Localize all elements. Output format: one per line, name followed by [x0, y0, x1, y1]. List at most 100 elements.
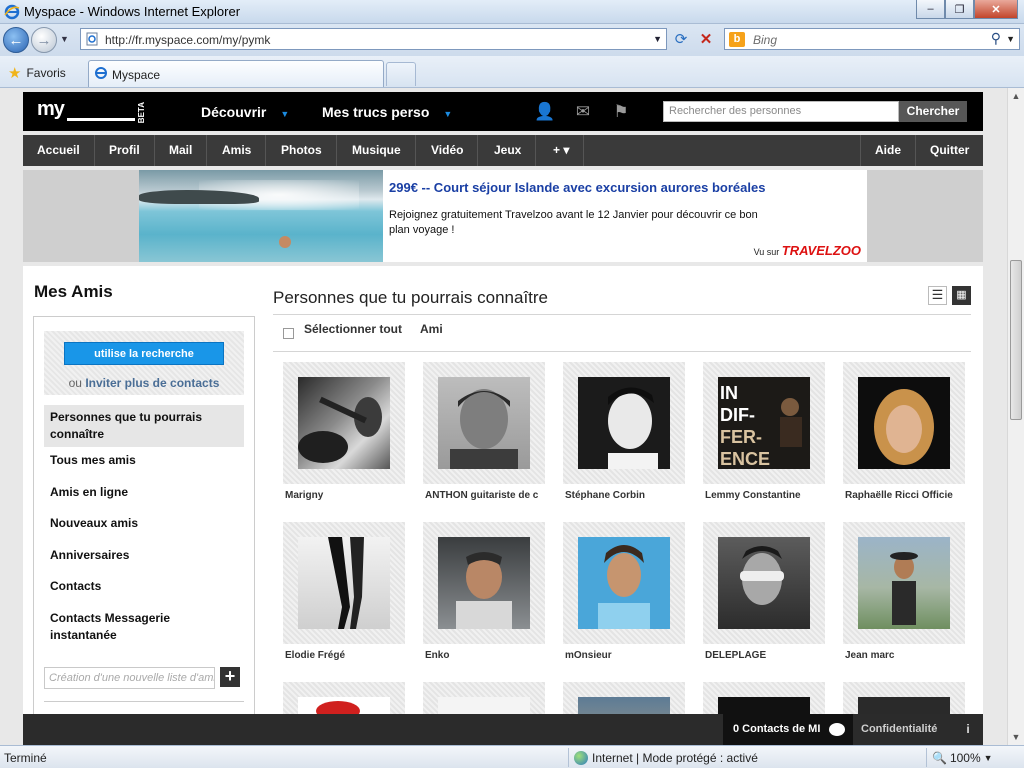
use-search-button[interactable]: utilise la recherche: [64, 342, 224, 365]
ad-title[interactable]: 299€ -- Court séjour Islande avec excurs…: [389, 180, 765, 195]
person-name[interactable]: DELEPLAGE: [705, 650, 825, 661]
mail-icon[interactable]: ✉: [572, 102, 594, 122]
refresh-icon: ⟳: [674, 31, 688, 48]
tab-title: Myspace: [112, 68, 161, 82]
sidebar-item-pymk[interactable]: Personnes que tu pourrais connaître: [44, 405, 244, 447]
flag-icon[interactable]: ⚑: [610, 102, 632, 122]
person-name[interactable]: ANTHON guitariste de c: [425, 490, 545, 501]
nav-accueil[interactable]: Accueil: [23, 135, 95, 166]
sidebar-item-tous-mes-amis[interactable]: Tous mes amis: [44, 448, 244, 473]
zoom-dropdown-icon[interactable]: ▼: [984, 753, 993, 763]
profile-photo[interactable]: [718, 537, 810, 629]
person-name[interactable]: Marigny: [285, 490, 405, 501]
nav-decouvrir[interactable]: Découvrir ▼: [201, 104, 289, 120]
people-search-input[interactable]: Rechercher des personnes: [663, 101, 899, 122]
nav-aide[interactable]: Aide: [860, 135, 915, 166]
friends-content: Mes Amis utilise la recherche ou Inviter…: [23, 266, 983, 745]
profile-photo[interactable]: [298, 537, 390, 629]
profile-photo[interactable]: [438, 537, 530, 629]
person-name[interactable]: mOnsieur: [565, 650, 685, 661]
nav-mail[interactable]: Mail: [155, 135, 208, 166]
profile-photo[interactable]: [578, 537, 670, 629]
sidebar-item-contacts-im[interactable]: Contacts Messagerie instantanée: [44, 606, 244, 648]
info-button[interactable]: i: [955, 714, 981, 745]
browser-tab[interactable]: Myspace: [88, 60, 384, 87]
back-button[interactable]: ←: [3, 27, 29, 53]
profile-photo[interactable]: IN DIF- FER- ENCE: [718, 377, 810, 469]
list-view-icon[interactable]: ☰: [928, 286, 947, 305]
person-name[interactable]: Stéphane Corbin: [565, 490, 685, 501]
address-bar[interactable]: http://fr.myspace.com/my/pymk ▼: [80, 28, 667, 50]
myspace-logo[interactable]: my: [37, 98, 65, 121]
favorites-button[interactable]: ★ Favoris: [8, 64, 66, 82]
sidebar-item-contacts[interactable]: Contacts: [44, 574, 244, 599]
advertisement-banner[interactable]: 299€ -- Court séjour Islande avec excurs…: [23, 170, 983, 262]
grid-view-icon[interactable]: ▦: [952, 286, 971, 305]
scrollbar-thumb[interactable]: [1010, 260, 1022, 420]
sidebar-item-amis-en-ligne[interactable]: Amis en ligne: [44, 480, 244, 505]
scroll-down-icon[interactable]: ▼: [1008, 729, 1024, 745]
person-name[interactable]: Lemmy Constantine: [705, 490, 825, 501]
profile-photo[interactable]: [298, 377, 390, 469]
stop-button[interactable]: ✕: [695, 30, 717, 50]
internet-explorer-icon: [95, 67, 107, 79]
refresh-button[interactable]: ⟳: [670, 30, 692, 50]
profile-photo[interactable]: [578, 377, 670, 469]
address-dropdown-icon[interactable]: ▼: [653, 34, 662, 44]
page-title: Personnes que tu pourrais connaître: [273, 288, 549, 307]
search-dropdown-icon[interactable]: ▼: [1006, 34, 1015, 44]
nav-jeux[interactable]: Jeux: [480, 135, 537, 166]
sidebar-search-box: utilise la recherche ou Inviter plus de …: [44, 331, 244, 395]
person-name[interactable]: Raphaëlle Ricci Officie: [845, 490, 965, 501]
person-name[interactable]: Elodie Frégé: [285, 650, 405, 661]
vertical-scrollbar[interactable]: ▲ ▼: [1007, 88, 1024, 745]
nav-profil[interactable]: Profil: [95, 135, 155, 166]
sidebar-panel: utilise la recherche ou Inviter plus de …: [33, 316, 255, 745]
ad-image[interactable]: [139, 170, 383, 262]
address-url[interactable]: http://fr.myspace.com/my/pymk: [105, 33, 270, 47]
nav-video[interactable]: Vidéo: [417, 135, 479, 166]
nav-amis[interactable]: Amis: [208, 135, 267, 166]
sidebar-item-nouveaux-amis[interactable]: Nouveaux amis: [44, 511, 244, 536]
new-list-input[interactable]: Création d'une nouvelle liste d'amis: [44, 667, 215, 689]
svg-text:DIF-: DIF-: [720, 405, 755, 425]
history-dropdown-icon[interactable]: ▼: [60, 34, 69, 44]
select-all-label[interactable]: Sélectionner tout: [304, 322, 402, 336]
people-search-button[interactable]: Chercher: [899, 101, 967, 122]
ami-column-label[interactable]: Ami: [420, 322, 443, 336]
myspace-header: my BETA Découvrir ▼ Mes trucs perso ▼ 👤 ✉ …: [23, 92, 983, 131]
forward-button[interactable]: →: [31, 27, 57, 53]
chat-bubble-icon: [829, 723, 845, 736]
sidebar-divider: [44, 701, 244, 702]
search-box[interactable]: b Bing ⚲ ▼: [724, 28, 1020, 50]
person-name[interactable]: Jean marc: [845, 650, 965, 661]
person-name[interactable]: Enko: [425, 650, 545, 661]
profile-photo[interactable]: [858, 377, 950, 469]
minimize-button[interactable]: –: [916, 0, 945, 19]
svg-text:IN: IN: [720, 383, 738, 403]
nav-quitter[interactable]: Quitter: [915, 135, 983, 166]
nav-more[interactable]: + ▾: [539, 135, 585, 166]
profile-photo[interactable]: [438, 377, 530, 469]
scroll-up-icon[interactable]: ▲: [1008, 88, 1024, 104]
select-all-checkbox[interactable]: [283, 328, 294, 339]
profile-photo[interactable]: [858, 537, 950, 629]
search-placeholder[interactable]: Bing: [753, 33, 777, 47]
security-zone[interactable]: Internet | Mode protégé : activé: [574, 751, 758, 765]
sidebar-item-anniversaires[interactable]: Anniversaires: [44, 543, 244, 568]
new-tab-button[interactable]: [386, 62, 416, 86]
search-icon[interactable]: ⚲: [991, 30, 1001, 47]
nav-photos[interactable]: Photos: [267, 135, 337, 166]
ad-text-panel[interactable]: 299€ -- Court séjour Islande avec excurs…: [383, 170, 867, 262]
close-window-button[interactable]: ✕: [974, 0, 1018, 19]
im-contacts-button[interactable]: 0 Contacts de MI: [723, 714, 853, 745]
maximize-button[interactable]: ❐: [945, 0, 974, 19]
user-icon[interactable]: 👤: [534, 102, 556, 122]
add-list-button[interactable]: +: [220, 667, 240, 687]
privacy-link[interactable]: Confidentialité: [853, 714, 953, 745]
nav-musique[interactable]: Musique: [338, 135, 416, 166]
invite-contacts-link[interactable]: Inviter plus de contacts: [85, 376, 219, 390]
svg-text:FER-: FER-: [720, 427, 762, 447]
nav-mes-trucs-perso[interactable]: Mes trucs perso ▼: [322, 104, 452, 120]
zoom-control[interactable]: 🔍 100% ▼: [932, 751, 993, 765]
